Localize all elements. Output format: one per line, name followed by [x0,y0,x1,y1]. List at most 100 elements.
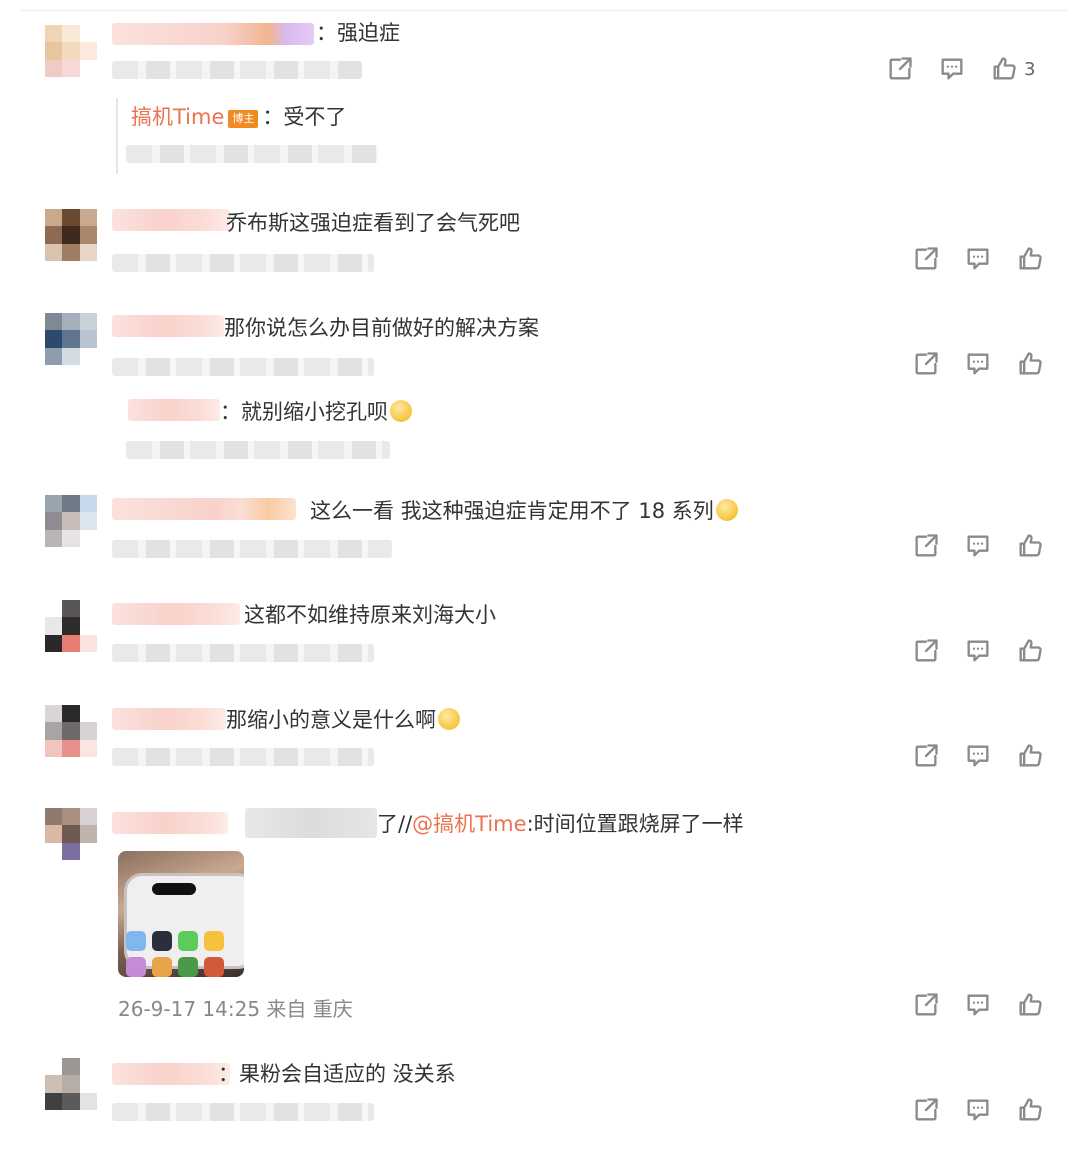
reply-author-blurred[interactable] [128,399,220,421]
share-icon [915,639,938,662]
like-button[interactable] [1004,348,1056,380]
reply-indicator [116,98,118,174]
comment-button[interactable] [952,635,1004,667]
username-blurred[interactable] [112,23,314,45]
comment-body-rest: :时间位置跟烧屏了一样 [526,812,744,836]
comment-icon [967,640,989,662]
emoji-icon [715,499,738,521]
share-button[interactable] [900,635,952,667]
reply: 搞机Time 博主 ：受不了 [131,103,346,131]
app-icon [152,931,172,951]
comment-button[interactable] [952,243,1004,275]
like-button[interactable] [1004,530,1056,562]
quoted-text-blurred [245,808,377,838]
comment-actions [900,243,1056,275]
avatar[interactable] [45,209,97,261]
share-icon [915,744,938,767]
share-button[interactable] [900,1094,952,1126]
comment-text: ：果粉会自适应的 没关系 [218,1062,456,1086]
like-button[interactable] [978,53,1030,85]
like-button[interactable] [1004,740,1056,772]
top-divider [20,10,1068,11]
share-button[interactable] [900,243,952,275]
comment-icon [941,58,963,80]
thumbs-up-icon [1019,993,1042,1016]
username-blurred[interactable] [112,603,240,625]
share-button[interactable] [874,53,926,85]
share-icon [915,993,938,1016]
comment-actions [900,740,1056,772]
avatar[interactable] [45,600,97,652]
avatar[interactable] [45,25,97,77]
username-blurred[interactable] [112,315,224,337]
comment-meta-blurred [112,254,374,272]
comment-timestamp: 26-9-17 14:25 来自 重庆 [118,997,353,1021]
emoji-icon [390,400,412,422]
avatar[interactable] [45,705,97,757]
comment-button[interactable] [952,1094,1004,1126]
reply-text: ：就别缩小挖孔呗 [220,400,388,424]
comment-button[interactable] [952,348,1004,380]
reply-meta-blurred [126,145,378,163]
comment-actions [900,989,1056,1021]
comment-icon [967,248,989,270]
avatar[interactable] [45,313,97,365]
share-button[interactable] [900,530,952,562]
reply-meta-blurred [126,441,390,459]
comment-actions: 3 [874,53,1035,85]
app-icon [126,957,146,977]
comment-text: 这么一看 我这种强迫症肯定用不了 18 系列 [310,497,738,525]
comment-meta-blurred [112,748,374,766]
comment-body: 这么一看 我这种强迫症肯定用不了 18 系列 [310,499,714,523]
comment-actions [900,635,1056,667]
username-blurred[interactable] [112,209,230,231]
share-icon [915,534,938,557]
like-button[interactable] [1004,1094,1056,1126]
username-blurred[interactable] [112,812,228,834]
avatar[interactable] [45,1058,97,1110]
comment-meta-blurred [112,1103,374,1121]
comment-actions [900,1094,1056,1126]
comment-icon [967,353,989,375]
username-blurred[interactable] [112,498,296,520]
comment-text: 这都不如维持原来刘海大小 [244,603,496,627]
share-icon [915,1098,938,1121]
app-icon [204,931,224,951]
reply-text: ：受不了 [262,105,347,129]
comment-image[interactable] [118,851,244,977]
comment-actions [900,530,1056,562]
comment-actions [900,348,1056,380]
emoji-icon [438,708,460,730]
like-button[interactable] [1004,635,1056,667]
share-icon [889,57,912,80]
thumbs-up-icon [1019,534,1042,557]
thumbs-up-icon [993,57,1016,80]
like-button[interactable] [1004,989,1056,1021]
share-button[interactable] [900,989,952,1021]
avatar[interactable] [45,808,97,860]
app-icon [178,957,198,977]
comment-meta-blurred [112,644,374,662]
comment-icon [967,994,989,1016]
comment-button[interactable] [952,989,1004,1021]
comment-button[interactable] [952,530,1004,562]
reply-author[interactable]: 搞机Time [131,105,224,129]
like-button[interactable] [1004,243,1056,275]
share-icon [915,352,938,375]
avatar[interactable] [45,495,97,547]
app-icon [178,931,198,951]
username-blurred[interactable] [112,1063,230,1085]
username-blurred[interactable] [112,708,226,730]
comment-text: 那缩小的意义是什么啊 [226,706,460,734]
comment-button[interactable] [926,53,978,85]
author-badge: 博主 [228,110,259,128]
thumbs-up-icon [1019,352,1042,375]
app-icon [126,931,146,951]
mention-link[interactable]: @搞机Time [412,812,526,836]
thumbs-up-icon [1019,1098,1042,1121]
comment-text: ：强迫症 [316,21,400,45]
reply: ：就别缩小挖孔呗 [220,398,412,426]
share-button[interactable] [900,740,952,772]
share-button[interactable] [900,348,952,380]
comment-button[interactable] [952,740,1004,772]
